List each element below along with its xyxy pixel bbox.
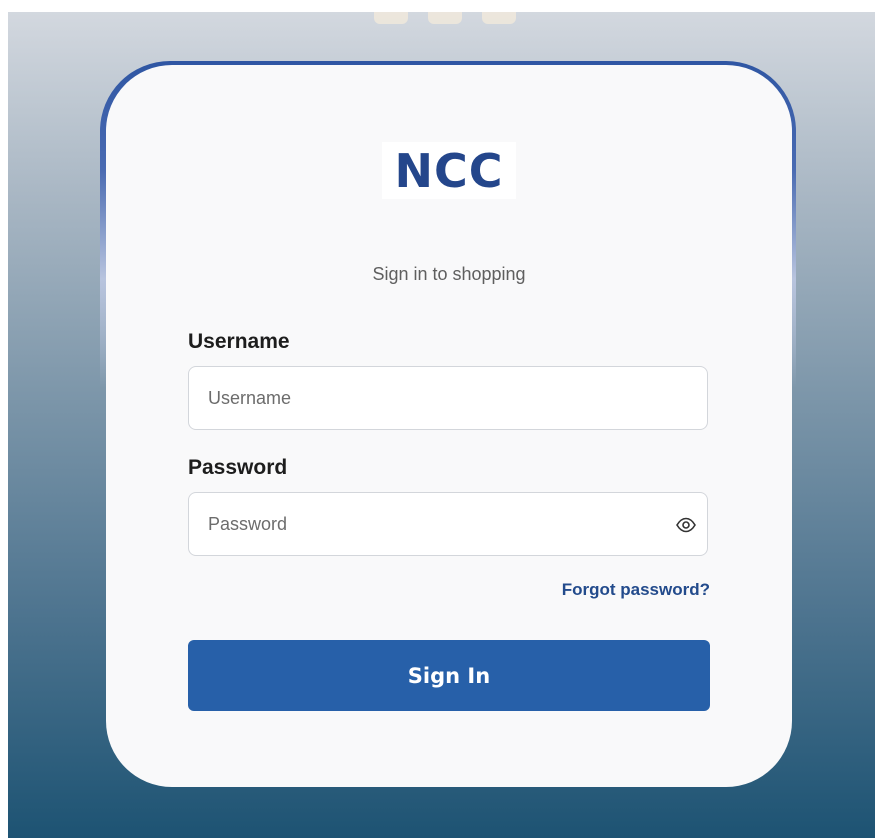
password-input[interactable] [208,493,658,555]
background-decoration [374,12,408,24]
username-label: Username [188,330,290,353]
username-input[interactable] [208,367,658,429]
background-decoration [428,12,462,24]
login-subtitle: Sign in to shopping [372,264,526,284]
background-decoration [482,12,516,24]
sign-in-button[interactable]: Sign In [188,640,710,711]
brand-logo-text: NCC [394,143,504,198]
username-field-container [188,366,708,430]
forgot-password-link[interactable]: Forgot password? [562,580,710,600]
brand-logo: NCC [382,142,516,199]
password-field-container [188,492,708,556]
eye-icon[interactable] [675,514,697,536]
password-label: Password [188,456,288,479]
